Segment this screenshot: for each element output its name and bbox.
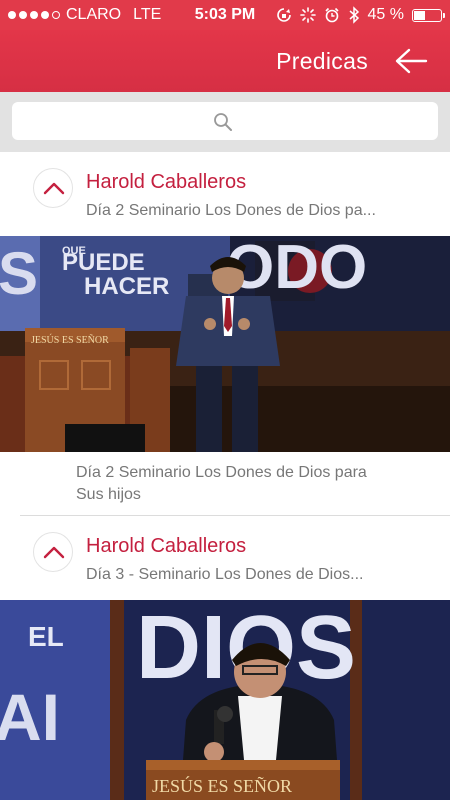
sermon-caption: Día 2 Seminario Los Dones de Dios para S… xyxy=(76,462,426,506)
search-icon xyxy=(214,113,232,131)
navigation-bar: Predicas xyxy=(0,30,450,92)
banner-side-text: S xyxy=(0,240,38,307)
collapse-button[interactable] xyxy=(33,532,73,572)
list-item[interactable]: Harold Caballeros Día 3 - Seminario Los … xyxy=(0,516,450,600)
banner-el: EL xyxy=(28,621,64,652)
sermon-thumbnail[interactable]: S QUE PUEDE HACER ODO JESÚS ES SEÑOR xyxy=(0,236,450,452)
rotation-lock-icon xyxy=(276,8,291,22)
banner-letters: ODO xyxy=(226,236,367,302)
sermon-author: Harold Caballeros xyxy=(86,535,247,557)
search-input[interactable] xyxy=(12,102,438,140)
status-bar: CLARO LTE 5:03 PM 45 % xyxy=(0,0,450,30)
activity-spinner-icon xyxy=(299,7,316,23)
pulpit-text: JESÚS ES SEÑOR xyxy=(31,334,109,346)
chevron-up-icon xyxy=(43,182,65,195)
sermon-title: Día 3 - Seminario Los Dones de Dios... xyxy=(86,566,364,583)
search-bar-container xyxy=(0,92,450,152)
collapse-button[interactable] xyxy=(33,168,73,208)
sermon-caption-row: Día 2 Seminario Los Dones de Dios para S… xyxy=(0,452,450,516)
battery-icon xyxy=(412,8,445,22)
banner-line1: PUEDE xyxy=(62,249,145,276)
banner-line2: HACER xyxy=(84,273,169,300)
sermon-title: Día 2 Seminario Los Dones de Dios pa... xyxy=(86,202,376,219)
pulpit-text: JESÚS ES SEÑOR xyxy=(152,775,292,796)
list-item[interactable]: Harold Caballeros Día 2 Seminario Los Do… xyxy=(0,152,450,236)
page-title: Predicas xyxy=(276,48,368,74)
bluetooth-icon xyxy=(349,6,359,24)
banner-side-text: AI xyxy=(0,680,60,754)
caption-line-2: Sus hijos xyxy=(76,486,141,503)
arrow-left-icon[interactable] xyxy=(394,47,428,75)
chevron-up-icon xyxy=(43,546,65,559)
battery-percent: 45 % xyxy=(367,6,404,23)
alarm-icon xyxy=(324,7,339,23)
caption-line-1: Día 2 Seminario Los Dones de Dios para xyxy=(76,464,367,481)
sermon-author: Harold Caballeros xyxy=(86,171,247,193)
sermon-thumbnail[interactable]: EL AI DIOS JESÚS ES SEÑOR xyxy=(0,600,450,800)
